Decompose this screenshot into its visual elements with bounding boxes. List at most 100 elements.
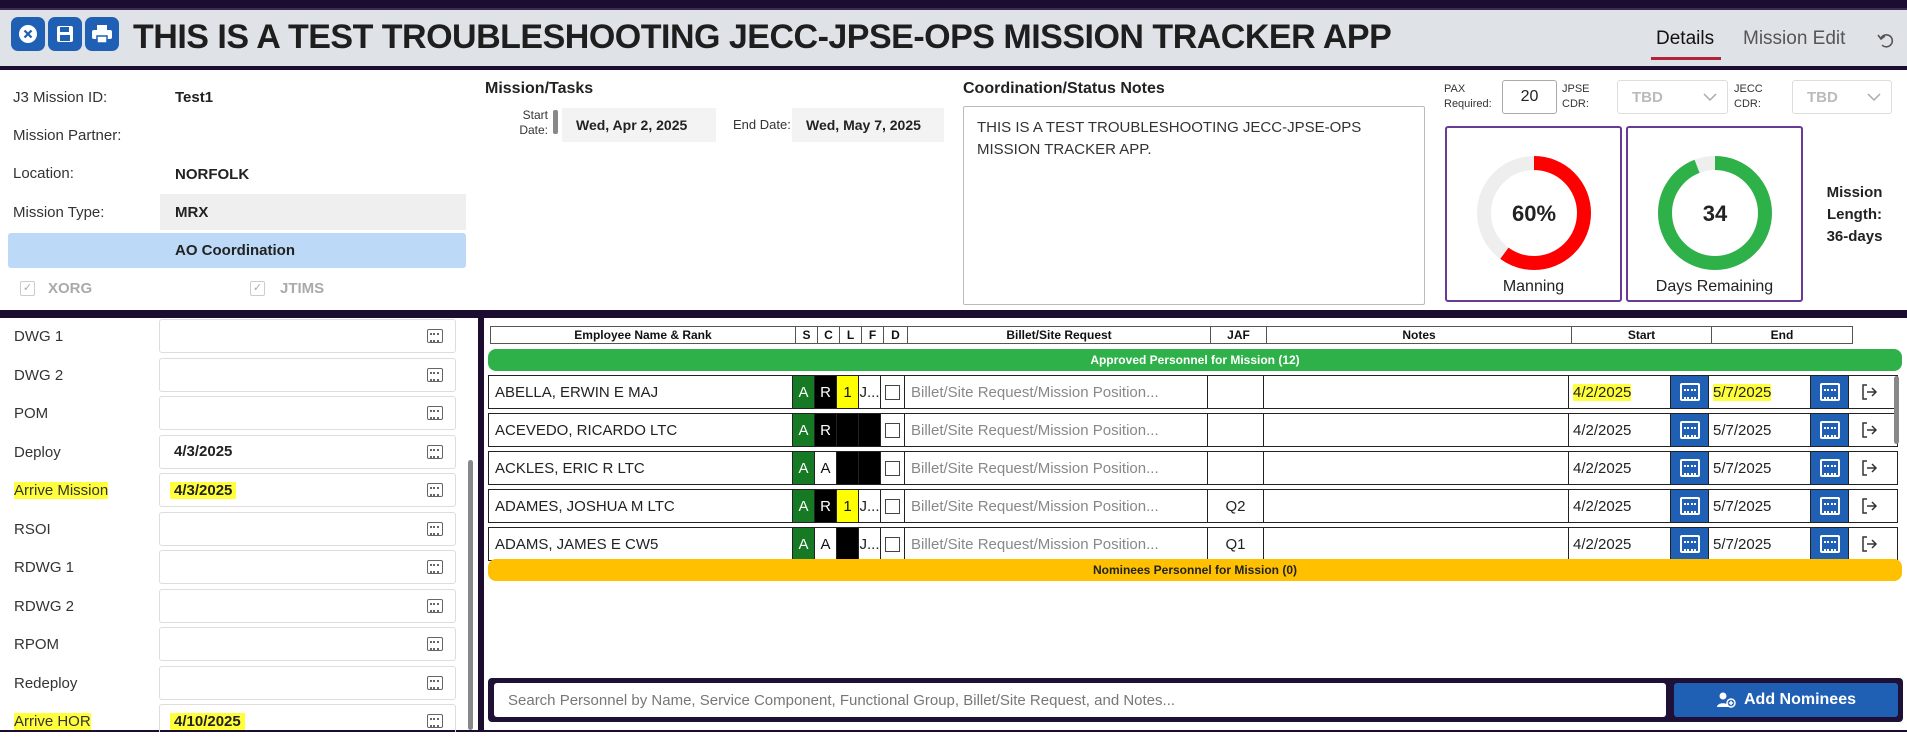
col-l[interactable]: L [840, 327, 862, 343]
calendar-icon[interactable] [427, 444, 443, 459]
billet-input[interactable]: Billet/Site Request/Mission Position... [905, 414, 1208, 446]
jaf-cell[interactable]: Q2 [1208, 490, 1264, 522]
tab-details[interactable]: Details [1656, 28, 1714, 50]
col-jaf[interactable]: JAF [1211, 327, 1267, 343]
deploy-checkbox[interactable] [885, 536, 900, 552]
notes-cell[interactable] [1264, 528, 1569, 560]
status-notes-textarea[interactable]: THIS IS A TEST TROUBLESHOOTING JECC-JPSE… [963, 106, 1425, 305]
billet-input[interactable]: Billet/Site Request/Mission Position... [905, 376, 1208, 408]
undo-button[interactable] [1876, 30, 1896, 55]
calendar-icon[interactable] [427, 521, 443, 536]
mission-id-value[interactable]: Test1 [175, 89, 213, 106]
remove-person-button[interactable] [1849, 414, 1889, 446]
end-date-cell[interactable]: 5/7/2025 [1709, 490, 1811, 522]
remove-person-button[interactable] [1849, 452, 1889, 484]
start-calendar-button[interactable] [1671, 528, 1709, 560]
end-date-cell[interactable]: 5/7/2025 [1709, 528, 1811, 560]
milestone-date-field[interactable] [159, 550, 456, 584]
start-calendar-button[interactable] [1671, 452, 1709, 484]
start-calendar-button[interactable] [1671, 376, 1709, 408]
deploy-checkbox[interactable] [885, 422, 900, 438]
pax-required-input[interactable]: 20 [1502, 80, 1557, 114]
calendar-icon[interactable] [427, 675, 443, 690]
print-button[interactable] [85, 17, 119, 51]
save-button[interactable] [48, 17, 82, 51]
milestone-date-field[interactable]: 4/3/2025 [159, 473, 456, 507]
end-date-cell[interactable]: 5/7/2025 [1709, 452, 1811, 484]
personnel-row[interactable]: ABELLA, ERWIN E MAJ A R 1 J... Billet/Site Re… [488, 375, 1898, 409]
tab-mission-edit[interactable]: Mission Edit [1743, 28, 1845, 50]
milestone-date-field[interactable] [159, 357, 456, 392]
col-end[interactable]: End [1712, 327, 1852, 343]
calendar-icon[interactable] [427, 329, 443, 343]
milestone-date-field[interactable] [159, 319, 456, 353]
start-date-cell[interactable]: 4/2/2025 [1569, 528, 1671, 560]
calendar-icon[interactable] [427, 367, 443, 382]
close-button[interactable] [11, 17, 45, 51]
jaf-cell[interactable] [1208, 414, 1264, 446]
start-date-cell[interactable]: 4/2/2025 [1569, 490, 1671, 522]
start-calendar-button[interactable] [1671, 414, 1709, 446]
col-c[interactable]: C [818, 327, 840, 343]
calendar-icon[interactable] [427, 598, 443, 613]
xorg-checkbox[interactable]: ✓ [20, 281, 35, 296]
col-name[interactable]: Employee Name & Rank [491, 327, 796, 343]
remove-person-button[interactable] [1849, 490, 1889, 522]
deploy-checkbox[interactable] [885, 460, 900, 476]
jaf-cell[interactable] [1208, 376, 1264, 408]
personnel-row[interactable]: ACEVEDO, RICARDO LTC A R Billet/Site Reques… [488, 413, 1898, 447]
nominees-band[interactable]: Nominees Personnel for Mission (0) [488, 559, 1902, 581]
end-calendar-button[interactable] [1811, 528, 1849, 560]
end-calendar-button[interactable] [1811, 414, 1849, 446]
milestones-scrollbar[interactable] [468, 460, 473, 730]
personnel-row[interactable]: ADAMES, JOSHUA M LTC A R 1 J... Billet/Site R… [488, 489, 1898, 523]
notes-cell[interactable] [1264, 414, 1569, 446]
col-d[interactable]: D [884, 327, 908, 343]
personnel-search-input[interactable]: Search Personnel by Name, Service Compon… [494, 683, 1666, 717]
calendar-icon[interactable] [427, 637, 443, 651]
deploy-checkbox[interactable] [885, 384, 900, 400]
location-value[interactable]: NORFOLK [175, 166, 249, 183]
billet-input[interactable]: Billet/Site Request/Mission Position... [905, 528, 1208, 560]
notes-cell[interactable] [1264, 490, 1569, 522]
milestone-date-field[interactable] [159, 665, 456, 700]
milestone-date-field[interactable] [159, 588, 456, 623]
calendar-icon[interactable] [427, 714, 443, 728]
calendar-icon[interactable] [427, 560, 443, 574]
col-notes[interactable]: Notes [1267, 327, 1572, 343]
personnel-scrollbar[interactable] [1894, 376, 1899, 444]
jpse-cdr-dropdown[interactable]: TBD [1617, 80, 1728, 114]
approved-band[interactable]: Approved Personnel for Mission (12) [488, 349, 1902, 371]
milestone-date-field[interactable] [159, 396, 456, 430]
deploy-checkbox[interactable] [885, 498, 900, 514]
end-date-cell[interactable]: 5/7/2025 [1709, 376, 1811, 408]
milestone-date-field[interactable] [159, 627, 456, 661]
billet-input[interactable]: Billet/Site Request/Mission Position... [905, 452, 1208, 484]
notes-cell[interactable] [1264, 452, 1569, 484]
jaf-cell[interactable] [1208, 452, 1264, 484]
remove-person-button[interactable] [1849, 528, 1889, 560]
end-calendar-button[interactable] [1811, 452, 1849, 484]
milestone-date-field[interactable] [159, 511, 456, 546]
start-date-cell[interactable]: 4/2/2025 [1569, 452, 1671, 484]
col-start[interactable]: Start [1572, 327, 1712, 343]
end-calendar-button[interactable] [1811, 490, 1849, 522]
personnel-row[interactable]: ACKLES, ERIC R LTC A A Billet/Site Request/… [488, 451, 1898, 485]
start-date-cell[interactable]: 4/2/2025 [1569, 414, 1671, 446]
calendar-icon[interactable] [427, 483, 443, 497]
start-date-field[interactable]: Wed, Apr 2, 2025 [562, 108, 716, 142]
billet-input[interactable]: Billet/Site Request/Mission Position... [905, 490, 1208, 522]
end-calendar-button[interactable] [1811, 376, 1849, 408]
jecc-cdr-dropdown[interactable]: TBD [1792, 80, 1892, 114]
notes-cell[interactable] [1264, 376, 1569, 408]
jaf-cell[interactable]: Q1 [1208, 528, 1264, 560]
start-date-handle[interactable] [553, 110, 558, 134]
start-date-cell[interactable]: 4/2/2025 [1569, 376, 1671, 408]
col-f[interactable]: F [862, 327, 884, 343]
jtims-checkbox[interactable]: ✓ [250, 281, 265, 296]
calendar-icon[interactable] [427, 406, 443, 420]
remove-person-button[interactable] [1849, 376, 1889, 408]
end-date-field[interactable]: Wed, May 7, 2025 [792, 108, 944, 142]
col-billet[interactable]: Billet/Site Request [908, 327, 1211, 343]
end-date-cell[interactable]: 5/7/2025 [1709, 414, 1811, 446]
